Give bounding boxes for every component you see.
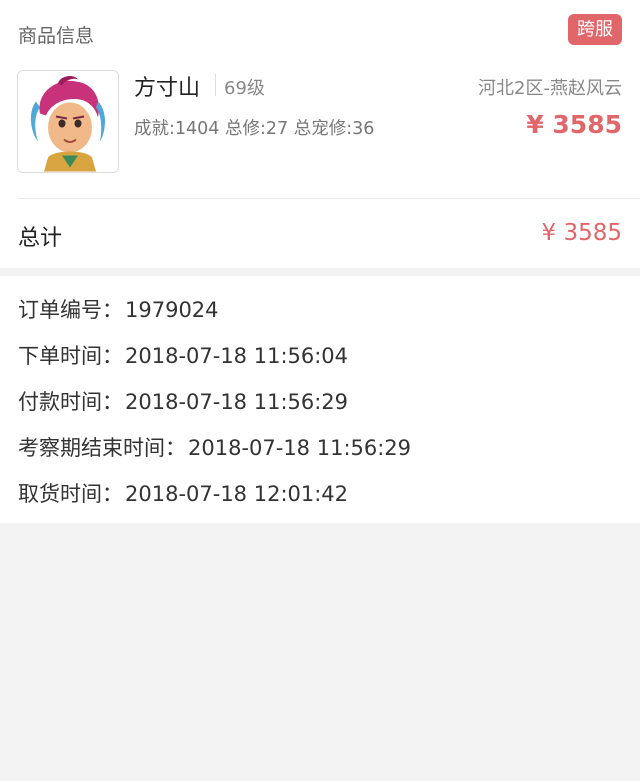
- character-level: 69级: [224, 78, 265, 99]
- order-time-value: 2018-07-18 11:56:04: [125, 344, 349, 368]
- review-end-time-label: 考察期结束时间：: [18, 436, 186, 460]
- section-title: 商品信息: [18, 25, 95, 47]
- order-number-label: 订单编号：: [18, 298, 123, 322]
- divider: [18, 198, 640, 199]
- product-card: 商品信息 跨服 方寸山 69级 成就:1404 总修:27 总宠修:36 河北2…: [0, 0, 640, 268]
- pickup-time-value: 2018-07-18 12:01:42: [125, 482, 349, 506]
- cross-server-badge: 跨服: [568, 14, 622, 45]
- server-name: 河北2区-燕赵风云: [478, 78, 622, 99]
- payment-time-label: 付款时间：: [18, 390, 123, 414]
- pickup-time-row: 取货时间：2018-07-18 12:01:42: [18, 478, 348, 508]
- total-label: 总计: [18, 226, 63, 251]
- payment-time-row: 付款时间：2018-07-18 11:56:29: [18, 386, 348, 416]
- item-price: ¥ 3585: [526, 110, 622, 139]
- name-level-divider: [215, 74, 216, 96]
- order-number-row: 订单编号：1979024: [18, 294, 219, 324]
- order-info-card: 订单编号：1979024 下单时间：2018-07-18 11:56:04 付款…: [0, 276, 640, 523]
- character-stats: 成就:1404 总修:27 总宠修:36: [134, 119, 375, 139]
- order-time-label: 下单时间：: [18, 344, 123, 368]
- pickup-time-label: 取货时间：: [18, 482, 123, 506]
- payment-time-value: 2018-07-18 11:56:29: [125, 390, 349, 414]
- character-portrait-icon: [18, 71, 118, 172]
- review-end-time-value: 2018-07-18 11:56:29: [188, 436, 412, 460]
- order-number-value: 1979024: [125, 298, 219, 322]
- total-value: ¥ 3585: [541, 220, 622, 246]
- character-class-name: 方寸山: [134, 76, 201, 101]
- review-end-time-row: 考察期结束时间：2018-07-18 11:56:29: [18, 432, 411, 462]
- character-portrait-icon[interactable]: [17, 70, 119, 173]
- order-time-row: 下单时间：2018-07-18 11:56:04: [18, 340, 348, 370]
